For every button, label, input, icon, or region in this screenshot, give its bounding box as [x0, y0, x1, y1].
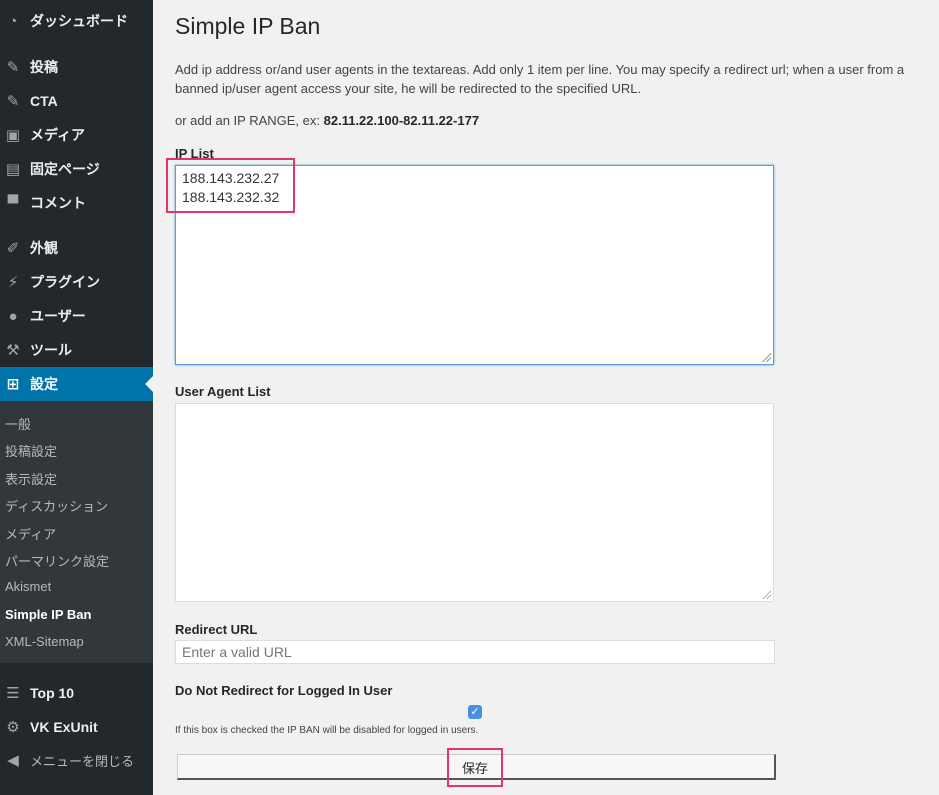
list-icon: ☰: [6, 685, 20, 702]
sidebar-item-comments[interactable]: ▀ コメント: [0, 186, 153, 220]
collapse-menu-button[interactable]: ◀ メニューを閉じる: [0, 743, 153, 777]
dashboard-icon: ◔: [8, 12, 18, 30]
submenu-item-discussion[interactable]: ディスカッション: [5, 496, 108, 515]
submenu-item-permalink[interactable]: パーマリンク設定: [5, 551, 109, 570]
sidebar-item-vk-exunit[interactable]: ⚙ VK ExUnit: [0, 710, 153, 744]
logged-in-user-label: Do Not Redirect for Logged In User: [175, 683, 393, 698]
admin-sidebar: ◔ ダッシュボード ✎ 投稿 ✎ CTA ▣ メディア ▤ 固定ページ ▀ コメ…: [0, 0, 153, 795]
submenu-item-media[interactable]: メディア: [5, 524, 56, 543]
submenu-item-simple-ip-ban[interactable]: Simple IP Ban: [5, 607, 91, 622]
sidebar-item-dashboard[interactable]: ◔ ダッシュボード: [0, 4, 153, 38]
sidebar-item-tools[interactable]: ⚒ ツール: [0, 333, 153, 367]
submenu-item-general[interactable]: 一般: [5, 414, 31, 433]
page-description: Add ip address or/and user agents in the…: [175, 62, 905, 96]
submenu-item-akismet[interactable]: Akismet: [5, 579, 51, 594]
wrench-icon: ⚒: [6, 342, 20, 359]
redirect-url-input[interactable]: [175, 640, 775, 664]
sidebar-item-settings[interactable]: ⊞ 設定: [0, 367, 153, 401]
resize-grip-icon[interactable]: [761, 589, 771, 599]
redirect-url-label: Redirect URL: [175, 622, 258, 637]
sidebar-item-top10[interactable]: ☰ Top 10: [0, 676, 153, 710]
user-icon: ●: [8, 307, 18, 325]
submenu-item-xml-sitemap[interactable]: XML-Sitemap: [5, 634, 84, 649]
ip-list-highlight: [166, 158, 295, 213]
pin-icon: ✎: [6, 93, 20, 110]
submenu-item-reading[interactable]: 表示設定: [5, 469, 57, 488]
ip-range-example: 82.11.22.100-82.11.22-177: [323, 113, 480, 128]
sidebar-item-users[interactable]: ● ユーザー: [0, 299, 153, 333]
resize-grip-icon[interactable]: [761, 352, 771, 362]
sidebar-item-appearance[interactable]: ✐ 外観: [0, 231, 153, 265]
disable-for-logged-in-checkbox[interactable]: ✓: [468, 705, 482, 719]
user-agent-list-label: User Agent List: [175, 384, 271, 399]
user-agent-list-textarea[interactable]: [175, 403, 774, 602]
page-title: Simple IP Ban: [175, 13, 321, 39]
gear-icon: ⚙: [6, 719, 20, 736]
plugin-icon: ⚡: [7, 274, 19, 291]
ip-range-hint: or add an IP RANGE, ex: 82.11.22.100-82.…: [175, 113, 480, 128]
settings-icon: ⊞: [6, 376, 20, 393]
sidebar-item-cta[interactable]: ✎ CTA: [0, 84, 153, 118]
media-icon: ▣: [5, 127, 21, 144]
submenu-item-writing[interactable]: 投稿設定: [5, 441, 57, 460]
pin-icon: ✎: [6, 59, 20, 76]
sidebar-item-posts[interactable]: ✎ 投稿: [0, 50, 153, 84]
comment-icon: ▀: [7, 194, 19, 212]
collapse-icon: ◀: [7, 752, 19, 769]
brush-icon: ✐: [6, 240, 20, 257]
sidebar-item-pages[interactable]: ▤ 固定ページ: [0, 152, 153, 186]
checkmark-icon: ✓: [470, 706, 480, 718]
save-button[interactable]: 保存: [447, 748, 503, 787]
settings-submenu: 一般 投稿設定 表示設定 ディスカッション メディア パーマリンク設定 Akis…: [0, 401, 153, 663]
checkbox-help-text: If this box is checked the IP BAN will b…: [175, 725, 479, 736]
page-icon: ▤: [5, 161, 21, 178]
sidebar-item-media[interactable]: ▣ メディア: [0, 118, 153, 152]
sidebar-item-plugins[interactable]: ⚡ プラグイン: [0, 265, 153, 299]
